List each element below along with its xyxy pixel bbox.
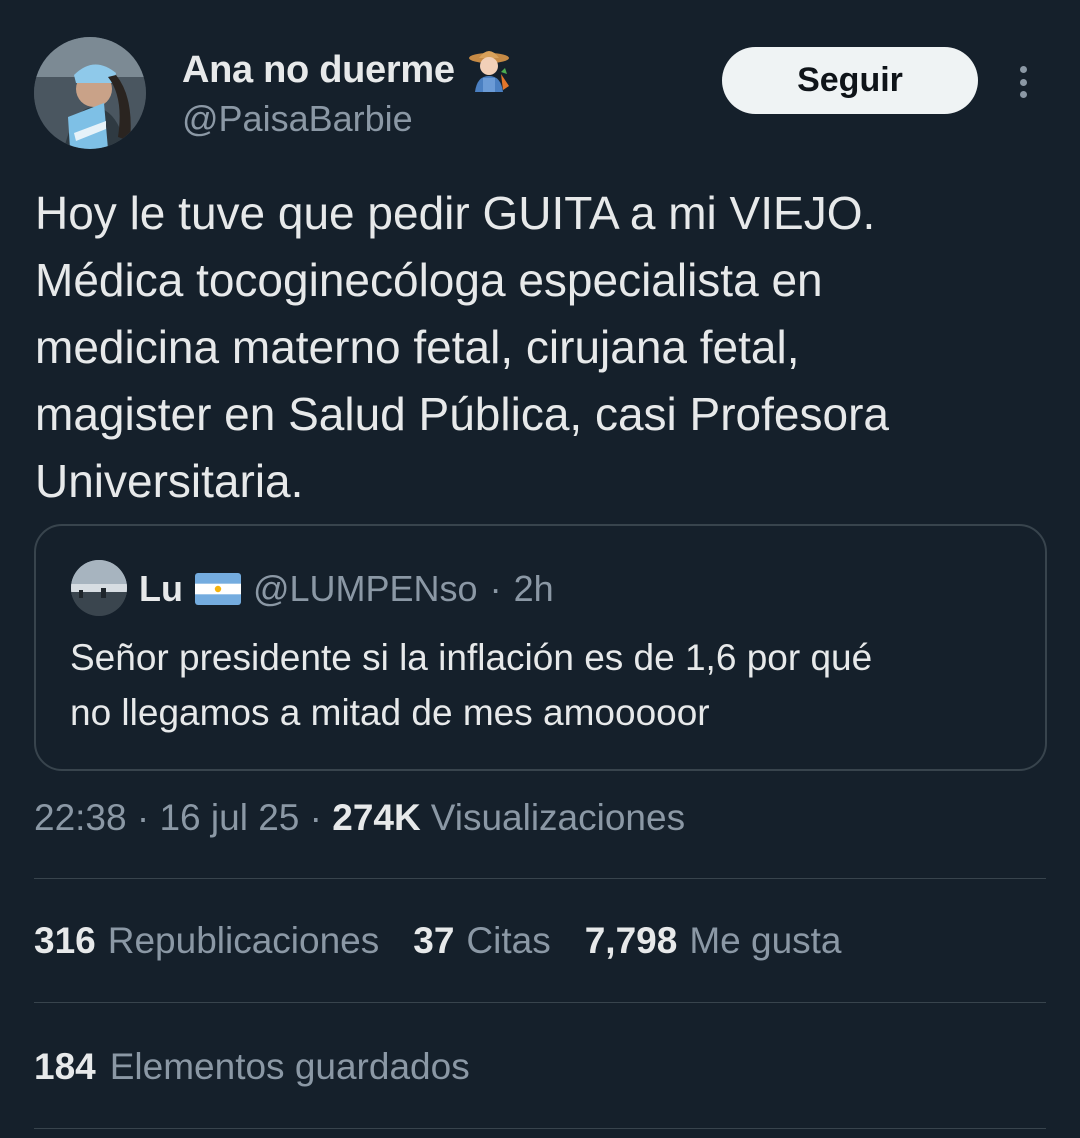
- quotes-label: Citas: [466, 920, 551, 961]
- reposts-stat[interactable]: 316 Republicaciones: [34, 920, 379, 962]
- views-label: Visualizaciones: [430, 797, 686, 838]
- reposts-count: 316: [34, 920, 96, 961]
- author-avatar[interactable]: [34, 37, 146, 149]
- author-handle[interactable]: @PaisaBarbie: [182, 98, 413, 140]
- bookmarks-label: Elementos guardados: [109, 1046, 470, 1087]
- quoted-author-name: Lu: [139, 568, 183, 609]
- quoted-tweet-card[interactable]: Lu @LUMPENso · 2h Señor presidente si la…: [34, 524, 1047, 771]
- quotes-count: 37: [413, 920, 455, 961]
- tweet-meta: 22:38 · 16 jul 25 · 274K Visualizaciones: [34, 797, 685, 839]
- reposts-label: Republicaciones: [107, 920, 380, 961]
- engagement-stats: 316 Republicaciones 37 Citas 7,798 Me gu…: [34, 920, 876, 962]
- tweet-text: Hoy le tuve que pedir GUITA a mi VIEJO. …: [35, 187, 889, 507]
- meta-separator: ·: [126, 797, 160, 838]
- bookmarks-stat[interactable]: 184 Elementos guardados: [34, 1046, 470, 1088]
- quoted-separator: ·: [489, 568, 502, 609]
- quoted-tweet-text: Señor presidente si la inflación es de 1…: [70, 637, 873, 733]
- views-count: 274K: [332, 797, 421, 838]
- bookmarks-count: 184: [34, 1046, 96, 1087]
- quoted-tweet-header: Lu @LUMPENso · 2h: [139, 566, 554, 612]
- farmer-emoji-icon: [468, 51, 509, 92]
- quoted-tweet-time: 2h: [513, 568, 554, 609]
- tweet-detail: Ana no duerme @PaisaBarbie Seguir Hoy le…: [0, 0, 1080, 1138]
- author-name-text: Ana no duerme: [182, 48, 455, 91]
- quoted-author-avatar: [71, 560, 127, 616]
- tweet-date[interactable]: 16 jul 25: [159, 797, 299, 839]
- divider: [34, 878, 1046, 879]
- quoted-author-handle: @LUMPENso: [252, 568, 478, 609]
- follow-button[interactable]: Seguir: [722, 47, 978, 114]
- likes-stat[interactable]: 7,798 Me gusta: [585, 920, 842, 962]
- likes-count: 7,798: [584, 920, 678, 961]
- tweet-time[interactable]: 22:38: [34, 797, 127, 839]
- quotes-stat[interactable]: 37 Citas: [413, 920, 550, 962]
- more-vertical-icon[interactable]: [1008, 60, 1038, 104]
- meta-separator: ·: [299, 797, 333, 838]
- likes-label: Me gusta: [689, 920, 842, 961]
- divider: [34, 1002, 1046, 1003]
- divider: [34, 1128, 1046, 1129]
- argentina-flag-icon: [194, 573, 241, 605]
- author-display-name[interactable]: Ana no duerme: [182, 46, 513, 94]
